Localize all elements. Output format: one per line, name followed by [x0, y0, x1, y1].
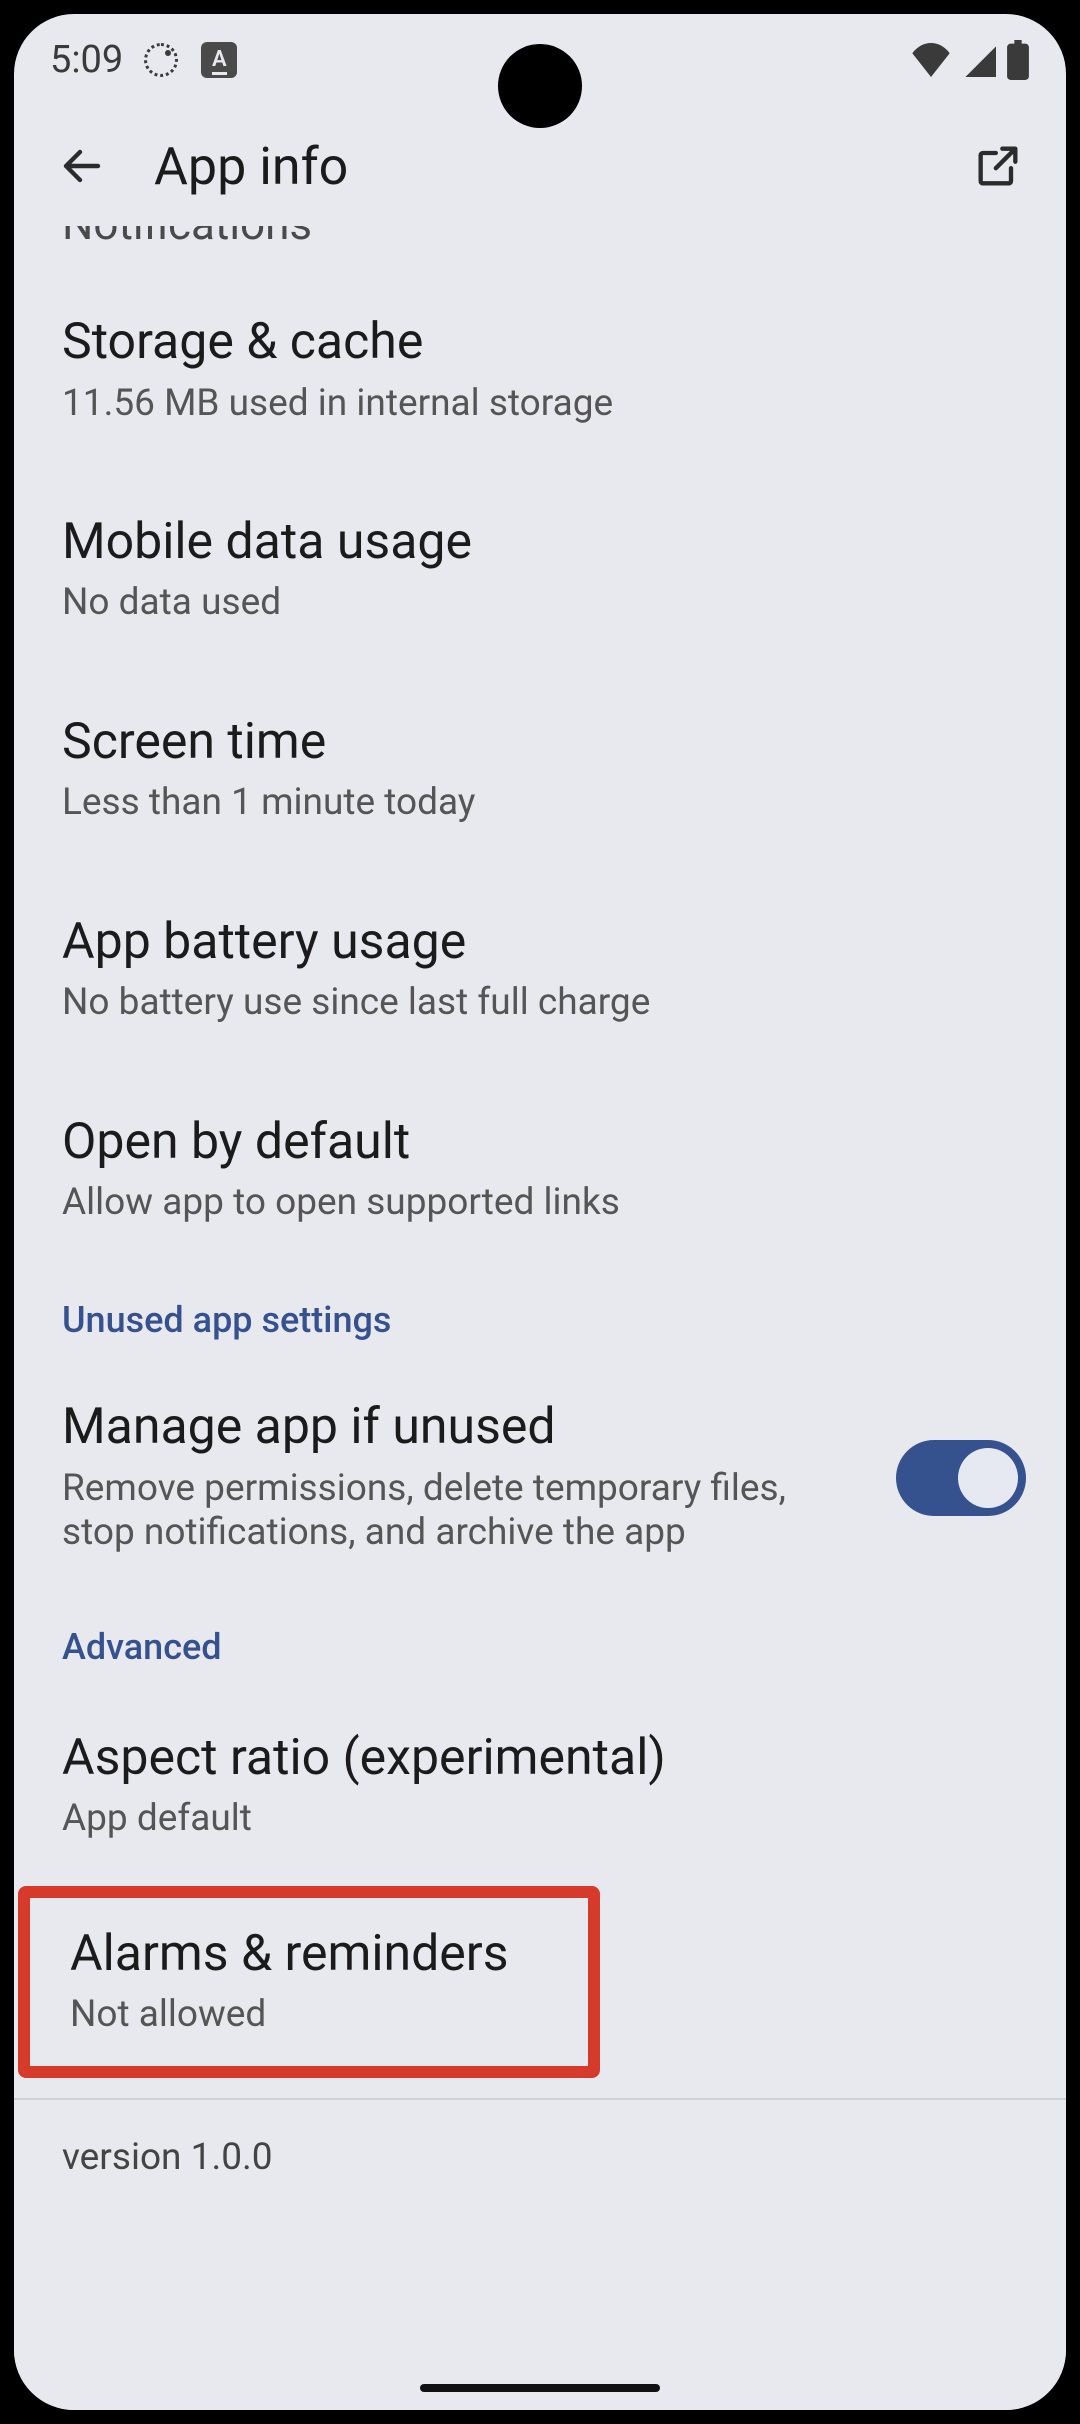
scroll-content[interactable]: Notifications Storage & cache 11.56 MB u… [14, 226, 1066, 2410]
battery-icon [1006, 40, 1030, 80]
item-subtitle: No battery use since last full charge [62, 981, 1018, 1025]
version-text: version 1.0.0 [14, 2100, 1066, 2215]
cell-signal-icon [962, 43, 996, 77]
item-title: App battery usage [62, 914, 1018, 972]
item-storage-cache[interactable]: Storage & cache 11.56 MB used in interna… [14, 270, 1066, 470]
item-subtitle: Less than 1 minute today [62, 781, 1018, 825]
item-title: Screen time [62, 714, 1018, 772]
camera-cutout [498, 44, 582, 128]
item-title: Manage app if unused [62, 1399, 866, 1457]
status-time: 5:09 [50, 38, 123, 82]
item-title: Open by default [62, 1114, 1018, 1172]
item-mobile-data[interactable]: Mobile data usage No data used [14, 470, 1066, 670]
item-alarms-reminders[interactable]: Alarms & reminders Not allowed [30, 1898, 588, 2066]
status-left: 5:09 [50, 38, 239, 82]
item-subtitle: App default [62, 1797, 1018, 1841]
item-subtitle: Remove permissions, delete temporary fil… [62, 1467, 822, 1556]
open-in-new-icon [972, 140, 1024, 192]
keyboard-a-icon [199, 40, 239, 80]
item-manage-if-unused[interactable]: Manage app if unused Remove permissions,… [14, 1359, 1066, 1595]
section-header-advanced: Advanced [14, 1596, 1066, 1686]
highlight-alarms-reminders: Alarms & reminders Not allowed [18, 1886, 600, 2078]
clipped-prev-item-title: Notifications [14, 226, 1066, 246]
status-right [910, 40, 1030, 80]
manage-unused-toggle[interactable] [896, 1440, 1026, 1516]
item-subtitle: Allow app to open supported links [62, 1181, 1018, 1225]
item-battery-usage[interactable]: App battery usage No battery use since l… [14, 870, 1066, 1070]
page-title: App info [154, 136, 926, 197]
wifi-icon [910, 43, 952, 77]
open-external-button[interactable] [962, 130, 1034, 202]
item-title: Aspect ratio (experimental) [62, 1730, 1018, 1788]
item-title: Alarms & reminders [70, 1926, 548, 1984]
item-title: Storage & cache [62, 314, 1018, 372]
item-subtitle: 11.56 MB used in internal storage [62, 382, 1018, 426]
item-subtitle: Not allowed [70, 1993, 548, 2037]
item-title: Mobile data usage [62, 514, 1018, 572]
gesture-nav-handle[interactable] [420, 2384, 660, 2392]
item-screen-time[interactable]: Screen time Less than 1 minute today [14, 670, 1066, 870]
section-header-unused: Unused app settings [14, 1269, 1066, 1359]
item-subtitle: No data used [62, 581, 1018, 625]
alarm-dashed-icon [141, 40, 181, 80]
item-aspect-ratio[interactable]: Aspect ratio (experimental) App default [14, 1686, 1066, 1886]
item-open-by-default[interactable]: Open by default Allow app to open suppor… [14, 1070, 1066, 1270]
device-frame: 5:09 App info [14, 14, 1066, 2410]
back-button[interactable] [46, 130, 118, 202]
arrow-left-icon [58, 142, 106, 190]
